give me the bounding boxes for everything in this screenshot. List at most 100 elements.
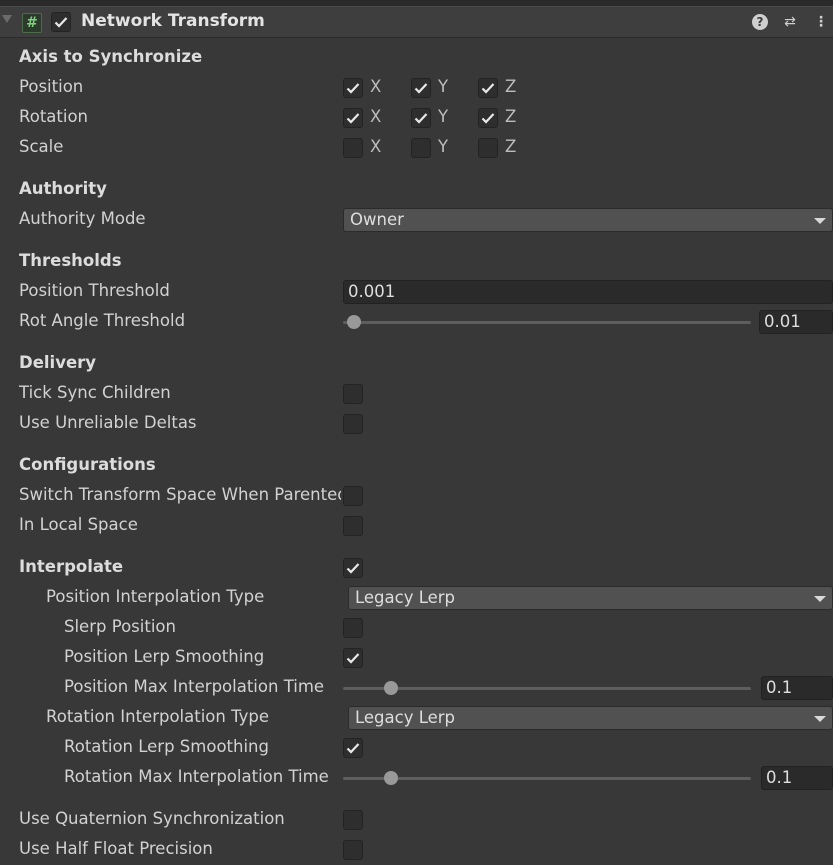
half-float-label: Use Half Float Precision [19,839,213,858]
rotation-max-interp-time-label: Rotation Max Interpolation Time [64,767,329,786]
component-header[interactable]: # Network Transform ? ⇄ ⋮ [0,7,833,38]
axis-x-label: X [370,77,382,96]
axis-row-rotation: Rotation X Y Z [0,103,833,133]
tick-sync-row: Tick Sync Children [0,379,833,409]
chevron-down-icon [814,596,826,602]
axis-x-label: X [370,137,382,156]
position-lerp-smoothing-label: Position Lerp Smoothing [64,647,265,666]
interpolate-checkbox[interactable] [343,558,363,578]
position-threshold-label: Position Threshold [19,281,170,300]
position-max-interp-time-slider-track[interactable] [343,687,751,690]
scale-x-checkbox[interactable] [343,138,363,158]
axis-row-label: Position [19,77,84,96]
rotation-y-checkbox[interactable] [411,108,431,128]
axis-z-label: Z [505,137,517,156]
interpolate-row: Interpolate [0,553,833,583]
rot-angle-threshold-label: Rot Angle Threshold [19,311,186,330]
position-z-checkbox[interactable] [478,78,498,98]
position-max-interp-time-value: 0.1 [766,678,793,697]
rotation-interp-type-value: Legacy Lerp [355,708,456,727]
rotation-interp-type-label: Rotation Interpolation Type [46,707,269,726]
position-max-interp-time-row: Position Max Interpolation Time 0.1 [0,673,833,703]
component-enabled-checkbox[interactable] [51,12,71,32]
section-title-authority: Authority [19,179,107,198]
axis-row-scale: Scale X Y Z [0,133,833,163]
rot-angle-threshold-slider-thumb[interactable] [347,315,362,329]
position-interp-type-dropdown[interactable]: Legacy Lerp [348,586,833,610]
position-interp-type-row: Position Interpolation Type Legacy Lerp [0,583,833,613]
section-title-delivery: Delivery [19,353,97,372]
section-title-configurations: Configurations [19,455,156,474]
authority-mode-row: Authority Mode Owner [0,205,833,235]
position-y-checkbox[interactable] [411,78,431,98]
switch-space-label: Switch Transform Space When Parented [19,485,341,504]
position-lerp-smoothing-checkbox[interactable] [343,648,363,668]
position-x-checkbox[interactable] [343,78,363,98]
help-icon[interactable]: ? [752,14,768,30]
position-max-interp-time-slider-thumb[interactable] [383,681,398,695]
axis-y-label: Y [438,107,449,126]
rotation-z-checkbox[interactable] [478,108,498,128]
section-title-axis: Axis to Synchronize [19,47,203,66]
slerp-position-row: Slerp Position [0,613,833,643]
position-threshold-row: Position Threshold 0.001 [0,277,833,307]
chevron-down-icon [814,218,826,224]
half-float-row: Use Half Float Precision [0,835,833,865]
rotation-max-interp-time-slider-track[interactable] [343,777,751,780]
axis-x-label: X [370,107,382,126]
half-float-checkbox[interactable] [343,840,363,860]
rot-angle-threshold-field[interactable]: 0.01 [759,310,833,334]
tick-sync-checkbox[interactable] [343,384,363,404]
position-max-interp-time-field[interactable]: 0.1 [761,676,833,700]
rotation-lerp-smoothing-row: Rotation Lerp Smoothing [0,733,833,763]
section-thresholds: Thresholds [0,247,833,277]
axis-y-label: Y [438,77,449,96]
axis-row-label: Scale [19,137,64,156]
section-delivery: Delivery [0,349,833,379]
scale-y-checkbox[interactable] [411,138,431,158]
local-space-label: In Local Space [19,515,138,534]
scale-z-checkbox[interactable] [478,138,498,158]
section-title-thresholds: Thresholds [19,251,122,270]
local-space-checkbox[interactable] [343,516,363,536]
rotation-max-interp-time-slider-thumb[interactable] [383,771,398,785]
kebab-menu-icon[interactable]: ⋮ [812,13,830,31]
position-interp-type-value: Legacy Lerp [355,588,456,607]
authority-mode-label: Authority Mode [19,209,146,228]
rot-angle-threshold-slider-track[interactable] [343,321,751,324]
axis-row-position: Position X Y Z [0,73,833,103]
position-lerp-smoothing-row: Position Lerp Smoothing [0,643,833,673]
quaternion-sync-checkbox[interactable] [343,810,363,830]
axis-row-label: Rotation [19,107,89,126]
rot-angle-threshold-row: Rot Angle Threshold 0.01 [0,307,833,337]
rot-angle-threshold-value: 0.01 [764,312,801,331]
rotation-max-interp-time-field[interactable]: 0.1 [761,766,833,790]
foldout-arrow-icon[interactable] [2,15,12,23]
component-title: Network Transform [81,11,265,31]
section-axis: Axis to Synchronize [0,43,833,73]
quaternion-sync-label: Use Quaternion Synchronization [19,809,285,828]
authority-mode-dropdown[interactable]: Owner [343,208,833,232]
presets-icon[interactable]: ⇄ [781,13,799,31]
rotation-interp-type-dropdown[interactable]: Legacy Lerp [348,706,833,730]
axis-z-label: Z [505,107,517,126]
hash-script-icon: # [22,13,42,33]
interpolate-label: Interpolate [19,557,124,576]
switch-space-checkbox[interactable] [343,486,363,506]
unreliable-deltas-checkbox[interactable] [343,414,363,434]
unreliable-deltas-row: Use Unreliable Deltas [0,409,833,439]
rotation-max-interp-time-row: Rotation Max Interpolation Time 0.1 [0,763,833,793]
slerp-position-checkbox[interactable] [343,618,363,638]
rotation-x-checkbox[interactable] [343,108,363,128]
chevron-down-icon [814,716,826,722]
position-threshold-value: 0.001 [348,282,396,301]
axis-y-label: Y [438,137,449,156]
position-threshold-field[interactable]: 0.001 [343,280,833,304]
axis-z-label: Z [505,77,517,96]
rotation-interp-type-row: Rotation Interpolation Type Legacy Lerp [0,703,833,733]
rotation-lerp-smoothing-checkbox[interactable] [343,738,363,758]
rotation-lerp-smoothing-label: Rotation Lerp Smoothing [64,737,269,756]
section-configurations: Configurations [0,451,833,481]
switch-space-row: Switch Transform Space When Parented [0,481,833,511]
quaternion-sync-row: Use Quaternion Synchronization [0,805,833,835]
